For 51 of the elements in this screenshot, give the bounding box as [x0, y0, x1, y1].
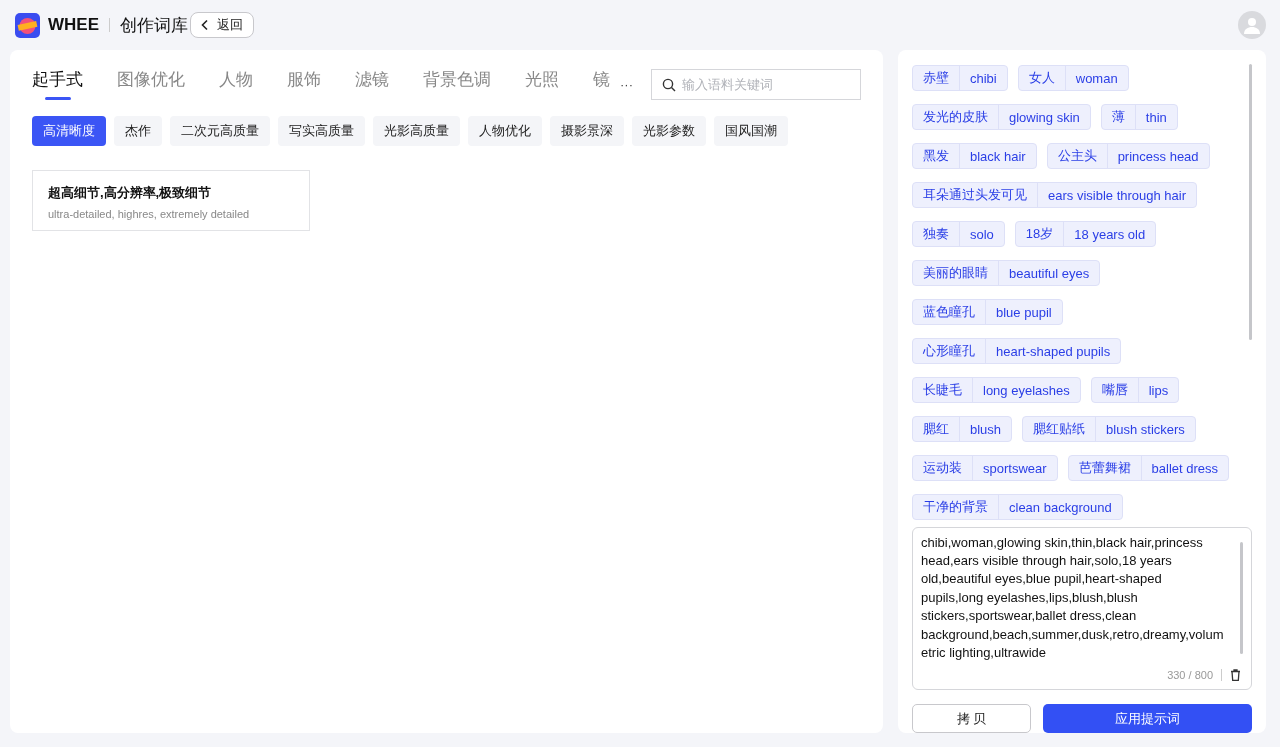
subcategory-chip[interactable]: 摄影景深 — [550, 116, 624, 146]
brand-name: WHEE — [48, 15, 99, 35]
category-tab[interactable]: 图像优化 — [117, 68, 185, 100]
phrase-title: 超高细节,高分辨率,极致细节 — [48, 184, 213, 202]
keyword-tag[interactable]: 蓝色瞳孔 blue pupil — [912, 299, 1063, 325]
keyword-tag[interactable]: 芭蕾舞裙 ballet dress — [1067, 455, 1230, 481]
keyword-tag[interactable]: 干净的背景 clean background — [912, 494, 1123, 520]
keyword-tag[interactable]: 腮红 blush — [912, 416, 1013, 442]
subcategory-chip[interactable]: 光影高质量 — [373, 116, 460, 146]
category-tab[interactable]: 人物 — [219, 68, 253, 100]
subcategory-chip[interactable]: 光影参数 — [632, 116, 706, 146]
phrase-card[interactable]: 超高细节,高分辨率,极致细节 ultra-detailed, highres, extremely detailed — [32, 170, 310, 231]
subcategory-chip[interactable]: 二次元高质量 — [170, 116, 270, 146]
phrase-english: ultra-detailed, highres, extremely detailed — [48, 208, 251, 220]
apply-prompt-button[interactable]: 应用提示词 — [1043, 704, 1252, 733]
keyword-tag[interactable]: 公主头 princess head — [1046, 143, 1210, 169]
category-tab[interactable]: 光照 — [525, 68, 559, 100]
subcategory-chip[interactable]: 国风国潮 — [714, 116, 788, 146]
trash-icon[interactable] — [1230, 669, 1241, 681]
keyword-tag[interactable]: 黑发 black hair — [912, 143, 1037, 169]
logo-icon — [15, 12, 40, 38]
keyword-tag[interactable]: 独奏 solo — [912, 221, 1005, 247]
category-tab[interactable]: 起手式 — [32, 68, 83, 100]
keyword-tag[interactable]: 赤壁 chibi — [912, 65, 1008, 91]
keyword-tag[interactable]: 薄 thin — [1100, 104, 1178, 130]
character-count: 330 / 800 — [1167, 669, 1213, 681]
keyword-tag[interactable]: 嘴唇 lips — [1090, 377, 1180, 403]
copy-button[interactable]: 拷 贝 — [912, 704, 1031, 733]
keyword-tag[interactable]: 耳朵通过头发可见 ears visible through hair — [912, 182, 1198, 208]
keyword-tag[interactable]: 长睫毛 long eyelashes — [912, 377, 1081, 403]
keyword-tag[interactable]: 女人 woman — [1017, 65, 1129, 91]
back-button[interactable]: 返回 — [190, 12, 254, 38]
subcategory-chip[interactable]: 高清晰度 — [32, 116, 106, 146]
keyword-tag[interactable]: 腮红贴纸 blush stickers — [1022, 416, 1196, 442]
subcategory-chip[interactable]: 杰作 — [114, 116, 162, 146]
more-tabs[interactable]: ··· — [620, 76, 633, 92]
search-icon — [662, 77, 676, 92]
keyword-tag[interactable]: 发光的皮肤 glowing skin — [912, 104, 1091, 130]
keyword-tag[interactable]: 运动装 sportswear — [912, 455, 1058, 481]
category-tab[interactable]: 镜 — [593, 68, 610, 100]
prompt-textarea[interactable]: chibi,woman,glowing skin,thin,black hair,princess head,ears visible through hair,solo,18 years old,beautiful eyes,blue pupil,heart-shaped pupils,long eyelashes,lips,blush,blush stickers,sportswear,ballet dress,clean background,beach,summer,dusk,retro,dreamy,volumetric lighting,ultrawide 330 / 800 — [912, 526, 1252, 690]
subcategory-chip[interactable]: 写实高质量 — [278, 116, 365, 146]
category-tab[interactable]: 服饰 — [287, 68, 321, 100]
category-tab[interactable]: 滤镜 — [355, 68, 389, 100]
keyword-tag[interactable]: 美丽的眼睛 beautiful eyes — [912, 260, 1101, 286]
keyword-tag[interactable]: 心形瞳孔 heart-shaped pupils — [912, 338, 1122, 364]
subcategory-chip[interactable]: 人物优化 — [468, 116, 542, 146]
keyword-tag[interactable]: 18岁 18 years old — [1014, 221, 1157, 247]
search-field[interactable]: 输入语料关键词 — [651, 68, 861, 100]
category-tab[interactable]: 背景色调 — [423, 68, 491, 100]
page-title: 创作词库 — [120, 14, 188, 37]
